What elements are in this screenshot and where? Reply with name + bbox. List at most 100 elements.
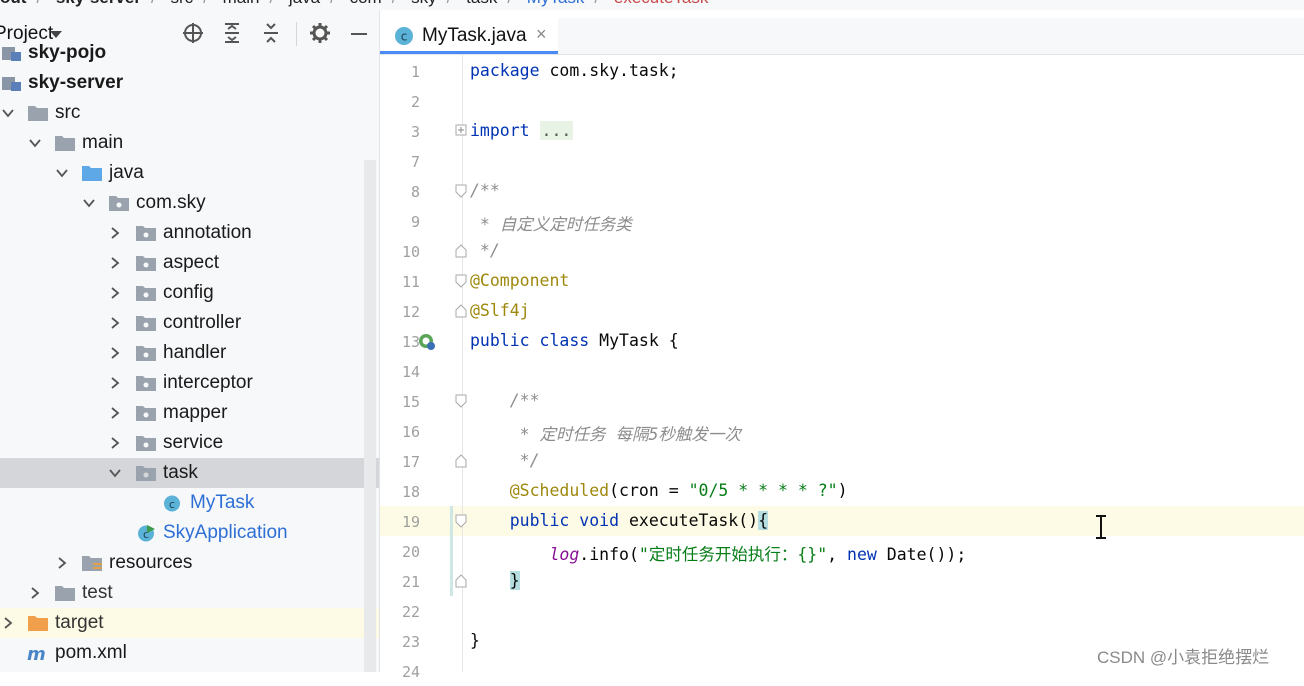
chevron-right-icon[interactable] xyxy=(109,257,121,269)
tree-item-interceptor[interactable]: interceptor xyxy=(0,368,379,398)
breadcrumb-item[interactable]: com xyxy=(350,0,382,8)
code-line[interactable]: 11 @Component xyxy=(380,266,1304,296)
code-line[interactable]: 8 /** xyxy=(380,176,1304,206)
chevron-right-icon[interactable] xyxy=(109,407,121,419)
code-line[interactable]: 15 /** xyxy=(380,386,1304,416)
breadcrumb-item[interactable]: sky-server xyxy=(56,0,141,8)
tree-item-label: mapper xyxy=(163,402,228,423)
code-line[interactable]: 7 xyxy=(380,146,1304,176)
fold-end-icon[interactable] xyxy=(455,454,467,468)
breadcrumb-item[interactable]: task xyxy=(466,0,497,8)
breadcrumb-item[interactable]: out xyxy=(0,0,26,8)
chevron-down-icon[interactable] xyxy=(29,137,41,149)
chevron-right-icon[interactable] xyxy=(109,377,121,389)
code-line[interactable]: 13 public class MyTask { xyxy=(380,326,1304,356)
close-icon[interactable]: × xyxy=(536,24,547,45)
chevron-right-icon[interactable] xyxy=(109,347,121,359)
breadcrumb-item[interactable]: sky xyxy=(411,0,437,8)
chevron-down-icon[interactable] xyxy=(2,107,14,119)
tree-item-handler[interactable]: handler xyxy=(0,338,379,368)
tree-item-service[interactable]: service xyxy=(0,428,379,458)
fold-collapse-icon[interactable] xyxy=(455,394,467,408)
breadcrumb-item[interactable]: src xyxy=(170,0,193,8)
chevron-down-icon[interactable] xyxy=(109,467,121,479)
tree-item-skyapplication[interactable]: c SkyApplication xyxy=(0,518,379,548)
maven-icon: m xyxy=(26,645,46,662)
chevron-right-icon[interactable] xyxy=(56,557,68,569)
code-line[interactable]: 2 xyxy=(380,86,1304,116)
tree-item-test[interactable]: test xyxy=(0,578,379,608)
code-line[interactable]: 3 import ... xyxy=(380,116,1304,146)
code-line[interactable]: 22 xyxy=(380,596,1304,626)
text-cursor-icon xyxy=(1094,514,1108,540)
tree-item-src[interactable]: src xyxy=(0,98,379,128)
code-text: * 定时任务 每隔5秒触发一次 xyxy=(470,425,741,444)
line-number: 23 xyxy=(401,633,420,651)
tree-item-resources[interactable]: resources xyxy=(0,548,379,578)
editor-tabbar: c MyTask.java × xyxy=(380,18,1304,55)
spring-bean-icon[interactable] xyxy=(418,333,436,351)
fold-expand-icon[interactable] xyxy=(455,124,467,138)
chevron-right-icon[interactable] xyxy=(2,617,14,629)
chevron-right-icon[interactable] xyxy=(109,317,121,329)
fold-end-icon[interactable] xyxy=(455,304,467,318)
chevron-right-icon[interactable] xyxy=(109,287,121,299)
tree-item-label: sky-pojo xyxy=(28,42,107,63)
chevron-right-icon[interactable] xyxy=(109,227,121,239)
line-number: 3 xyxy=(410,123,420,141)
folder-icon xyxy=(55,135,75,152)
module-icon xyxy=(2,75,22,92)
tab-mytask-java[interactable]: c MyTask.java × xyxy=(380,18,558,54)
chevron-down-icon[interactable] xyxy=(50,31,62,38)
chevron-right-icon[interactable] xyxy=(109,437,121,449)
chevron-down-icon[interactable] xyxy=(56,167,68,179)
chevron-right-icon[interactable] xyxy=(29,587,41,599)
breadcrumb-item[interactable]: executeTask xyxy=(614,0,709,8)
tree-item-sky-pojo[interactable]: sky-pojo xyxy=(0,38,379,68)
project-panel: Project sky-pojo sky-server src xyxy=(0,10,380,672)
tree-item-task[interactable]: task xyxy=(0,458,379,488)
chevron-down-icon[interactable] xyxy=(83,197,95,209)
code-line[interactable]: 1 package com.sky.task; xyxy=(380,56,1304,86)
code-line-current[interactable]: 19 public void executeTask(){ xyxy=(380,506,1304,536)
fold-collapse-icon[interactable] xyxy=(455,184,467,198)
tree-item-annotation[interactable]: annotation xyxy=(0,218,379,248)
breadcrumb-item[interactable]: MyTask xyxy=(527,0,585,8)
package-icon xyxy=(136,465,156,482)
code-line[interactable]: 16 * 定时任务 每隔5秒触发一次 xyxy=(380,416,1304,446)
folder-icon xyxy=(28,105,48,122)
code-line[interactable]: 17 */ xyxy=(380,446,1304,476)
fold-end-icon[interactable] xyxy=(455,244,467,258)
java-class-icon: c xyxy=(162,495,182,512)
resources-folder-icon xyxy=(82,555,102,572)
tree-item-sky-server[interactable]: sky-server xyxy=(0,68,379,98)
code-line[interactable]: 12 @Slf4j xyxy=(380,296,1304,326)
tree-item-java[interactable]: java xyxy=(0,158,379,188)
code-text: log.info("定时任务开始执行：{}", new Date()); xyxy=(549,545,967,564)
code-line[interactable]: 14 xyxy=(380,356,1304,386)
tree-item-aspect[interactable]: aspect xyxy=(0,248,379,278)
tree-item-label: config xyxy=(163,282,214,303)
fold-collapse-icon[interactable] xyxy=(455,514,467,528)
tree-item-config[interactable]: config xyxy=(0,278,379,308)
tree-item-main[interactable]: main xyxy=(0,128,379,158)
tree-item-target[interactable]: target xyxy=(0,608,379,638)
tree-item-pom-xml[interactable]: m pom.xml xyxy=(0,638,379,668)
project-scrollbar[interactable] xyxy=(364,160,376,672)
line-number: 20 xyxy=(401,543,420,561)
code-line[interactable]: 21 } xyxy=(380,566,1304,596)
code-line[interactable]: 9 * 自定义定时任务类 xyxy=(380,206,1304,236)
fold-collapse-icon[interactable] xyxy=(455,274,467,288)
line-number: 12 xyxy=(401,303,420,321)
tree-item-com-sky[interactable]: com.sky xyxy=(0,188,379,218)
code-line[interactable]: 20 log.info("定时任务开始执行：{}", new Date()); xyxy=(380,536,1304,566)
code-text: /** xyxy=(470,391,540,410)
tree-item-controller[interactable]: controller xyxy=(0,308,379,338)
code-line[interactable]: 10 */ xyxy=(380,236,1304,266)
fold-end-icon[interactable] xyxy=(455,574,467,588)
breadcrumb-item[interactable]: java xyxy=(289,0,320,8)
code-line[interactable]: 18 @Scheduled(cron = "0/5 * * * * ?") xyxy=(380,476,1304,506)
tree-item-mytask[interactable]: c MyTask xyxy=(0,488,379,518)
breadcrumb-item[interactable]: main xyxy=(223,0,260,8)
tree-item-mapper[interactable]: mapper xyxy=(0,398,379,428)
